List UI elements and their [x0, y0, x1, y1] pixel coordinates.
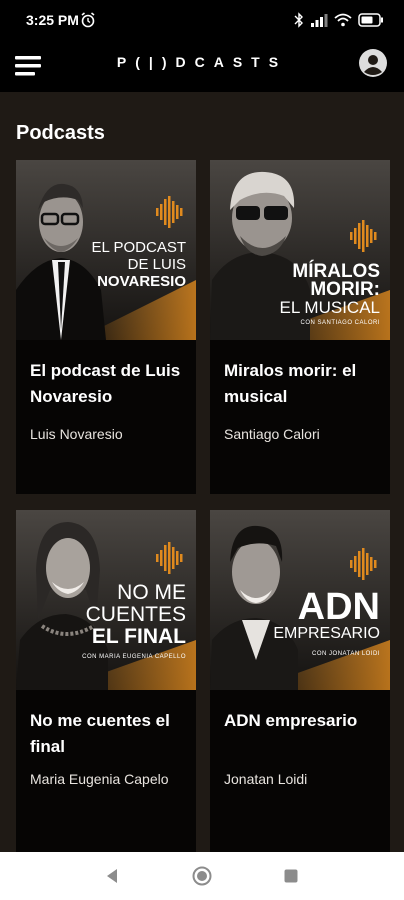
cover-subtitle: CON MARIA EUGENIA CAPELLO: [82, 654, 186, 660]
podcast-author: Jonatan Loidi: [224, 771, 308, 787]
back-icon[interactable]: [104, 868, 120, 884]
battery-icon: [358, 13, 383, 27]
podcast-cover: NO ME CUENTES EL FINAL CON MARIA EUGENIA…: [16, 510, 196, 690]
cover-line-3: EL MUSICAL: [279, 298, 380, 317]
cover-line-2: CUENTES: [85, 603, 186, 626]
podcast-card[interactable]: NO ME CUENTES EL FINAL CON MARIA EUGENIA…: [16, 510, 196, 852]
status-bar: 3:25 PM: [0, 0, 404, 44]
waveform-icon: [156, 542, 183, 574]
podcast-cover: MÍRALOS MORIR: EL MUSICAL CON SANTIAGO C…: [210, 160, 390, 340]
account-icon[interactable]: [358, 48, 388, 78]
wifi-icon: [334, 13, 352, 27]
cover-line-2: EMPRESARIO: [273, 625, 380, 642]
cover-line-1: ADN: [297, 586, 380, 628]
waveform-icon: [156, 196, 183, 228]
podcast-card[interactable]: ADN EMPRESARIO CON JONATAN LOIDI ADN emp…: [210, 510, 390, 852]
status-time: 3:25 PM: [26, 12, 79, 28]
signal-icon: [311, 14, 328, 27]
cover-line-2: MORIR:: [310, 279, 380, 300]
podcast-title: Miralos morir: el musical: [224, 361, 357, 406]
app-logo: P(|)DCASTS: [116, 54, 288, 70]
podcast-cover: EL PODCAST DE LUIS NOVARESIO: [16, 160, 196, 340]
podcast-author: Santiago Calori: [224, 426, 320, 442]
podcast-title: No me cuentes el final: [30, 711, 170, 756]
waveform-icon: [350, 548, 377, 580]
system-nav-bar: [0, 852, 404, 900]
cover-line-1: EL PODCAST: [91, 239, 186, 256]
home-icon[interactable]: [192, 866, 212, 886]
podcast-author: Luis Novaresio: [30, 426, 123, 442]
cover-line-2: DE LUIS: [127, 256, 186, 273]
cover-subtitle: CON SANTIAGO CALORI: [300, 320, 380, 326]
cover-line-1: NO ME: [117, 581, 186, 604]
podcast-author: Maria Eugenia Capelo: [30, 771, 169, 787]
app-bar: P(|)DCASTS: [0, 44, 404, 92]
main-content: Podcasts EL PODCAST DE LUIS NOVARESIO El…: [0, 92, 404, 852]
podcast-cover: ADN EMPRESARIO CON JONATAN LOIDI: [210, 510, 390, 690]
alarm-icon: [81, 12, 95, 28]
podcast-title: El podcast de Luis Novaresio: [30, 361, 181, 406]
podcast-card[interactable]: MÍRALOS MORIR: EL MUSICAL CON SANTIAGO C…: [210, 160, 390, 494]
podcast-title: ADN empresario: [224, 711, 358, 730]
section-title: Podcasts: [16, 122, 105, 144]
cover-line-3: NOVARESIO: [97, 273, 186, 290]
cover-subtitle: CON JONATAN LOIDI: [312, 651, 380, 657]
recents-icon[interactable]: [284, 869, 298, 883]
podcast-card[interactable]: EL PODCAST DE LUIS NOVARESIO El podcast …: [16, 160, 196, 494]
status-icons: [294, 12, 384, 28]
waveform-icon: [350, 220, 377, 252]
cover-line-3: EL FINAL: [91, 625, 186, 648]
bluetooth-icon: [294, 12, 303, 28]
